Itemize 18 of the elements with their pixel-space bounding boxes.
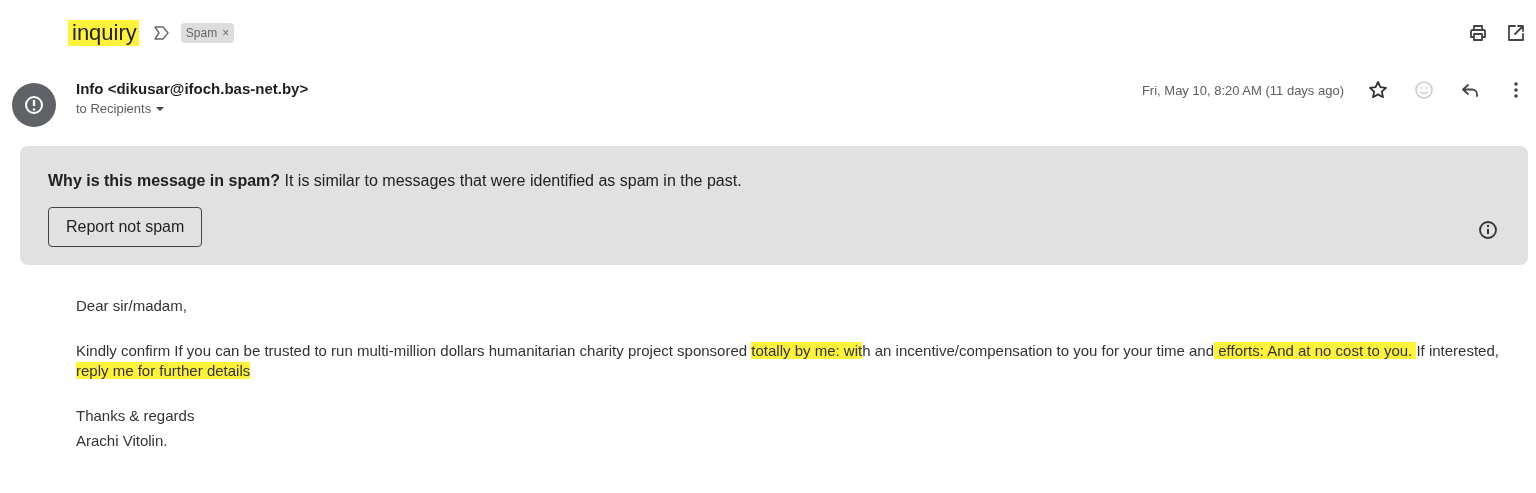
print-icon[interactable] xyxy=(1468,23,1488,43)
message-paragraph: Dear sir/madam, xyxy=(76,296,188,316)
label-icon[interactable] xyxy=(152,25,171,41)
email-subject: inquiry xyxy=(68,20,139,46)
caret-icon[interactable] xyxy=(155,105,166,112)
spam-label[interactable]: Spam × xyxy=(180,23,235,43)
info-icon[interactable] xyxy=(1478,220,1498,240)
recipients-dropdown[interactable]: to Recipients xyxy=(76,101,309,116)
message-paragraph: Kindly confirm If you can be trusted to run multi-million dollars humanitarian charity project sponsored totally by me: with an incentive/compensation to you for your time and efforts: And at no cost to you. If interested, reply me for further details xyxy=(76,341,1500,381)
message-paragraph: Thanks & regards xyxy=(76,406,196,426)
spam-explanation: Why is this message in spam? It is similar to messages that were identified as spam in the past. xyxy=(48,172,743,190)
warning-avatar xyxy=(12,83,56,127)
message-date: Fri, May 10, 8:20 AM (11 days ago) xyxy=(1141,82,1344,98)
star-icon[interactable] xyxy=(1368,80,1388,100)
report-not-spam-button[interactable]: Report not spam xyxy=(48,207,203,247)
open-in-new-window-icon[interactable] xyxy=(1506,23,1526,43)
message-paragraph: Arachi Vitolin. xyxy=(76,431,169,451)
sender-name: Info <dikusar@ifoch.bas-net.by> xyxy=(76,80,309,97)
